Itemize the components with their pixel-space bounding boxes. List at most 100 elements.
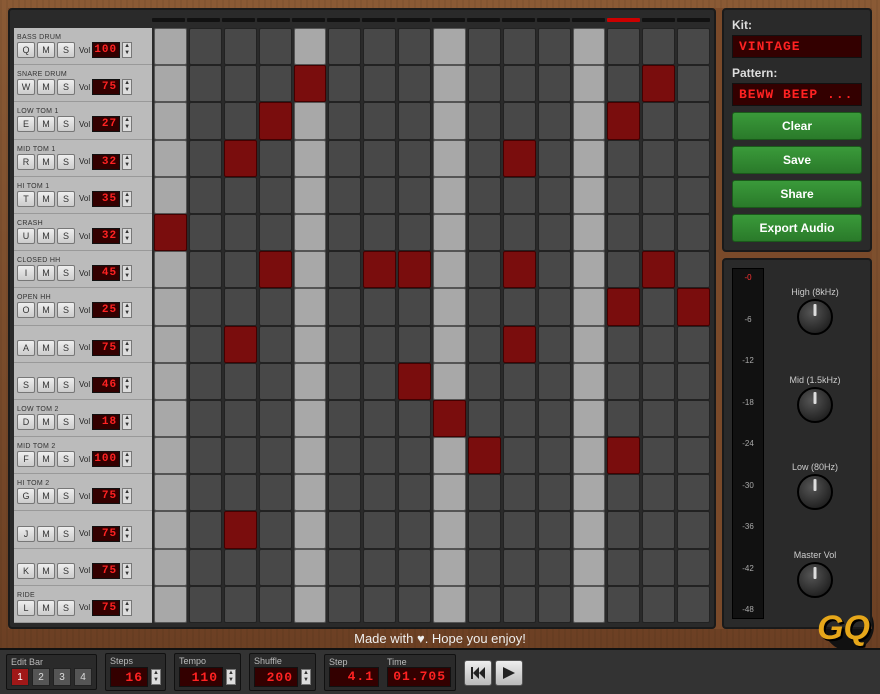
step-cell[interactable]	[573, 288, 606, 325]
step-cell[interactable]	[328, 511, 361, 548]
step-cell[interactable]	[294, 140, 327, 177]
step-cell[interactable]	[259, 214, 292, 251]
vol-spinner[interactable]: ▲▼	[122, 116, 132, 132]
step-cell[interactable]	[294, 326, 327, 363]
step-cell[interactable]	[642, 474, 675, 511]
step-cell[interactable]	[677, 363, 710, 400]
step-cell[interactable]	[224, 251, 257, 288]
vol-spinner[interactable]: ▲▼	[122, 228, 132, 244]
step-cell[interactable]	[468, 326, 501, 363]
step-cell[interactable]	[433, 511, 466, 548]
step-cell[interactable]	[224, 586, 257, 623]
step-cell[interactable]	[398, 400, 431, 437]
vol-spinner[interactable]: ▲▼	[122, 563, 132, 579]
high-knob[interactable]	[797, 299, 833, 335]
solo-button[interactable]: S	[57, 414, 75, 430]
step-cell[interactable]	[677, 177, 710, 214]
step-cell[interactable]	[398, 474, 431, 511]
mute-button[interactable]: M	[37, 302, 55, 318]
step-cell[interactable]	[538, 437, 571, 474]
vol-value[interactable]: 27	[92, 116, 120, 132]
step-cell[interactable]	[468, 437, 501, 474]
step-cell[interactable]	[328, 214, 361, 251]
step-cell[interactable]	[607, 288, 640, 325]
step-cell[interactable]	[398, 511, 431, 548]
mute-button[interactable]: M	[37, 79, 55, 95]
step-cell[interactable]	[503, 177, 536, 214]
step-cell[interactable]	[154, 65, 187, 102]
step-cell[interactable]	[468, 586, 501, 623]
vol-value[interactable]: 75	[92, 526, 120, 542]
mute-button[interactable]: M	[37, 563, 55, 579]
step-cell[interactable]	[328, 65, 361, 102]
step-cell[interactable]	[154, 474, 187, 511]
step-cell[interactable]	[468, 549, 501, 586]
step-cell[interactable]	[363, 586, 396, 623]
step-cell[interactable]	[189, 400, 222, 437]
step-cell[interactable]	[224, 65, 257, 102]
step-cell[interactable]	[154, 28, 187, 65]
solo-button[interactable]: S	[57, 154, 75, 170]
step-cell[interactable]	[607, 586, 640, 623]
track-key-button[interactable]: F	[17, 451, 35, 467]
steps-spinner[interactable]: ▲▼	[151, 669, 161, 685]
step-cell[interactable]	[328, 474, 361, 511]
solo-button[interactable]: S	[57, 488, 75, 504]
step-cell[interactable]	[573, 28, 606, 65]
solo-button[interactable]: S	[57, 451, 75, 467]
step-cell[interactable]	[538, 549, 571, 586]
vol-spinner[interactable]: ▲▼	[122, 302, 132, 318]
vol-spinner[interactable]: ▲▼	[122, 377, 132, 393]
track-key-button[interactable]: K	[17, 563, 35, 579]
step-cell[interactable]	[363, 65, 396, 102]
step-cell[interactable]	[538, 400, 571, 437]
step-cell[interactable]	[433, 102, 466, 139]
step-cell[interactable]	[328, 437, 361, 474]
step-cell[interactable]	[398, 140, 431, 177]
track-key-button[interactable]: T	[17, 191, 35, 207]
step-cell[interactable]	[503, 102, 536, 139]
step-cell[interactable]	[573, 214, 606, 251]
track-key-button[interactable]: L	[17, 600, 35, 616]
step-cell[interactable]	[189, 251, 222, 288]
step-cell[interactable]	[224, 140, 257, 177]
step-cell[interactable]	[328, 28, 361, 65]
step-cell[interactable]	[189, 140, 222, 177]
step-cell[interactable]	[607, 474, 640, 511]
solo-button[interactable]: S	[57, 302, 75, 318]
step-cell[interactable]	[189, 177, 222, 214]
step-cell[interactable]	[503, 288, 536, 325]
step-cell[interactable]	[677, 437, 710, 474]
mute-button[interactable]: M	[37, 42, 55, 58]
step-cell[interactable]	[433, 288, 466, 325]
solo-button[interactable]: S	[57, 116, 75, 132]
step-cell[interactable]	[259, 102, 292, 139]
step-cell[interactable]	[224, 511, 257, 548]
step-cell[interactable]	[677, 102, 710, 139]
step-cell[interactable]	[573, 586, 606, 623]
step-cell[interactable]	[363, 511, 396, 548]
step-cell[interactable]	[607, 326, 640, 363]
kit-value[interactable]: VINTAGE	[732, 35, 862, 58]
track-key-button[interactable]: U	[17, 228, 35, 244]
edit-bar-button-2[interactable]: 2	[32, 668, 50, 686]
step-cell[interactable]	[398, 102, 431, 139]
track-key-button[interactable]: R	[17, 154, 35, 170]
step-cell[interactable]	[224, 437, 257, 474]
step-cell[interactable]	[294, 400, 327, 437]
solo-button[interactable]: S	[57, 265, 75, 281]
mute-button[interactable]: M	[37, 154, 55, 170]
step-cell[interactable]	[538, 586, 571, 623]
step-cell[interactable]	[259, 251, 292, 288]
step-cell[interactable]	[607, 400, 640, 437]
solo-button[interactable]: S	[57, 563, 75, 579]
step-cell[interactable]	[538, 511, 571, 548]
step-cell[interactable]	[363, 437, 396, 474]
step-cell[interactable]	[224, 28, 257, 65]
step-cell[interactable]	[294, 363, 327, 400]
step-cell[interactable]	[677, 586, 710, 623]
step-cell[interactable]	[503, 586, 536, 623]
step-cell[interactable]	[468, 511, 501, 548]
step-cell[interactable]	[363, 102, 396, 139]
step-cell[interactable]	[573, 511, 606, 548]
